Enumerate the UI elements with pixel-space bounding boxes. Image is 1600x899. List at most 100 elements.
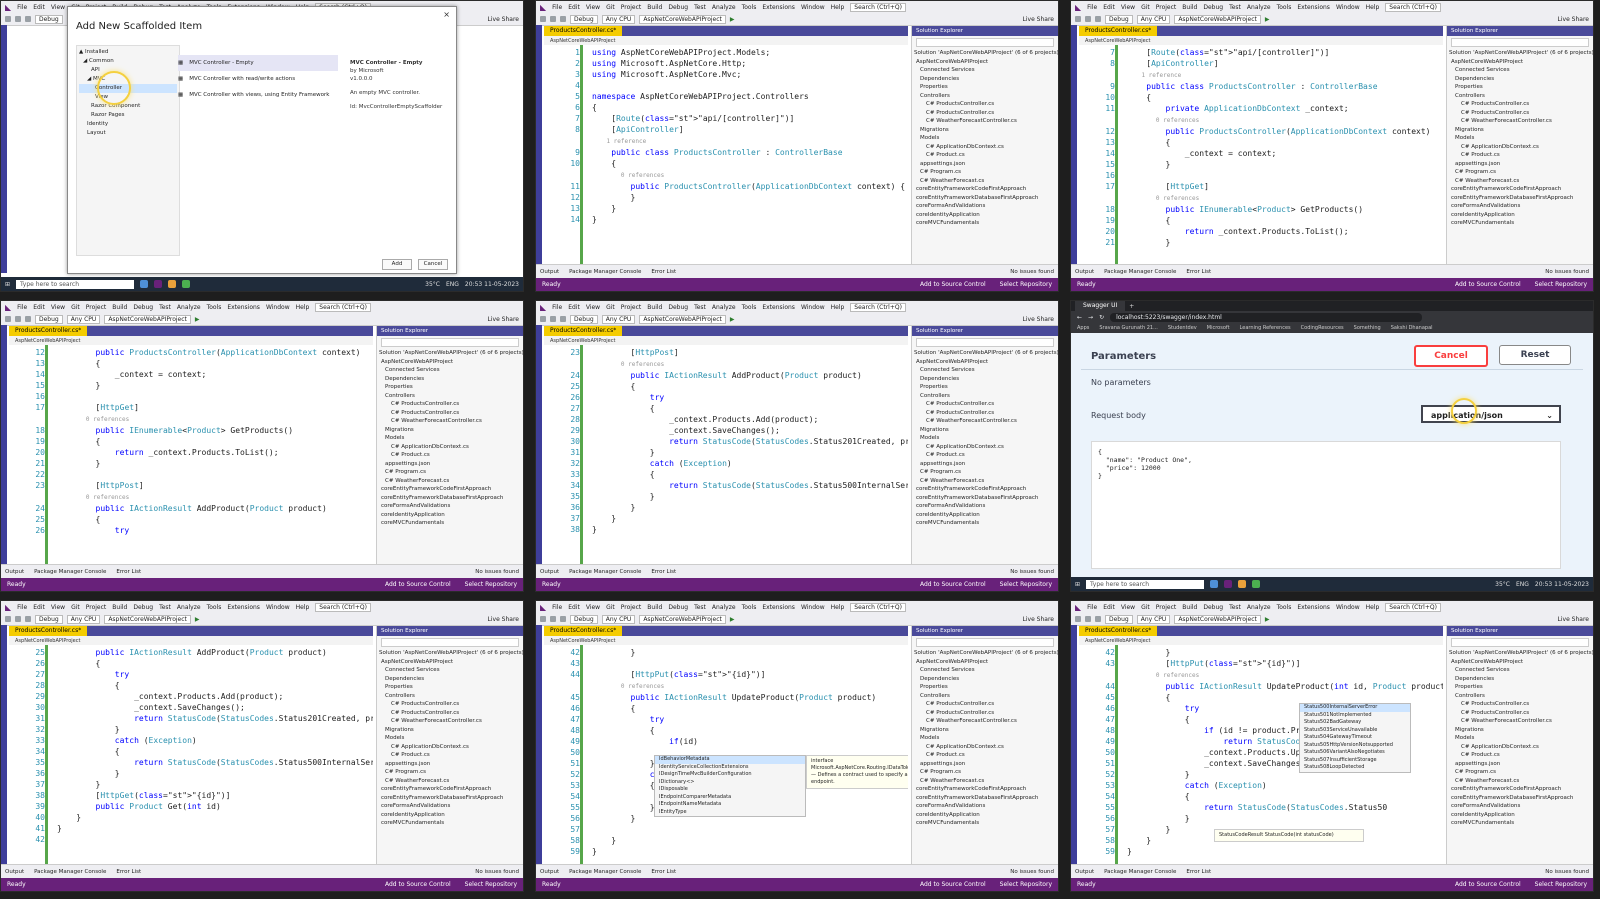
doc-tab[interactable]: ProductsController.cs*: [544, 626, 623, 636]
back-icon[interactable]: [1075, 616, 1081, 622]
menu-item[interactable]: Window: [801, 604, 825, 611]
code-line[interactable]: 12 public ProductsController(Application…: [9, 347, 373, 358]
solution-item[interactable]: C# ProductsController.cs: [912, 109, 1058, 118]
run-icon[interactable]: ▶: [195, 616, 200, 623]
reset-button[interactable]: Reset: [1499, 345, 1571, 365]
code-lens[interactable]: 0 references: [544, 169, 908, 181]
code-line[interactable]: 19 {: [1079, 215, 1443, 226]
app-icon[interactable]: [1238, 580, 1247, 588]
menu-item[interactable]: View: [586, 4, 600, 11]
add-source-control[interactable]: Add to Source Control: [385, 581, 451, 588]
bookmark-item[interactable]: Learning References: [1240, 325, 1291, 331]
solution-item[interactable]: C# WeatherForecastController.cs: [912, 117, 1058, 126]
solution-item[interactable]: coreFormsAndValidations: [1447, 802, 1593, 811]
menu-item[interactable]: Test: [159, 604, 171, 611]
menu-item[interactable]: File: [17, 304, 27, 311]
solution-item[interactable]: AspNetCoreWebAPIProject: [912, 58, 1058, 67]
doc-tab[interactable]: ProductsController.cs*: [544, 326, 623, 336]
solution-item[interactable]: coreEntityFrameworkCodeFirstApproach: [912, 485, 1058, 494]
config-select[interactable]: Debug: [1105, 614, 1133, 624]
menu-item[interactable]: Help: [831, 4, 845, 11]
solution-item[interactable]: appsettings.json: [377, 460, 523, 469]
error-list-tab[interactable]: Error List: [1186, 869, 1211, 875]
back-icon[interactable]: [540, 316, 546, 322]
solution-item[interactable]: coreMVCFundamentals: [377, 819, 523, 828]
solution-item[interactable]: C# Product.cs: [377, 451, 523, 460]
solution-item[interactable]: C# ProductsController.cs: [377, 409, 523, 418]
windows-icon[interactable]: ⊞: [5, 281, 10, 288]
app-icon[interactable]: [154, 280, 163, 288]
menu-item[interactable]: Test: [694, 304, 706, 311]
solution-item[interactable]: appsettings.json: [1447, 160, 1593, 169]
solution-item[interactable]: C# Program.cs: [377, 768, 523, 777]
windows-icon[interactable]: ⊞: [1075, 581, 1080, 588]
scaffold-item[interactable]: ▦ MVC Controller with views, using Entity…: [178, 87, 338, 103]
solution-item[interactable]: Solution 'AspNetCoreWebAPIProject' (6 of…: [912, 49, 1058, 58]
solution-search[interactable]: [916, 638, 1054, 647]
solution-item[interactable]: C# Product.cs: [1447, 751, 1593, 760]
back-icon[interactable]: [1075, 16, 1081, 22]
solution-item[interactable]: coreIdentityApplication: [912, 211, 1058, 220]
code-line[interactable]: 59}: [1079, 846, 1443, 857]
code-line[interactable]: 13 {: [1079, 137, 1443, 148]
solution-item[interactable]: C# WeatherForecast.cs: [377, 777, 523, 786]
solution-item[interactable]: C# Product.cs: [377, 751, 523, 760]
search-input[interactable]: Search (Ctrl+Q): [315, 602, 371, 612]
solution-item[interactable]: Properties: [912, 383, 1058, 392]
code-line[interactable]: 29 _context.SaveChanges();: [544, 425, 908, 436]
solution-item[interactable]: coreFormsAndValidations: [1447, 202, 1593, 211]
solution-item[interactable]: coreEntityFrameworkDatabaseFirstApproach: [912, 194, 1058, 203]
code-line[interactable]: 33 {: [544, 469, 908, 480]
solution-item[interactable]: Migrations: [912, 426, 1058, 435]
solution-search[interactable]: [381, 638, 519, 647]
code-editor[interactable]: 25 public IActionResult AddProduct(Produ…: [9, 645, 373, 865]
solution-item[interactable]: coreIdentityApplication: [377, 811, 523, 820]
solution-item[interactable]: C# ProductsController.cs: [912, 400, 1058, 409]
menu-item[interactable]: Edit: [33, 4, 45, 11]
solution-item[interactable]: C# ApplicationDbContext.cs: [912, 443, 1058, 452]
solution-item[interactable]: Solution 'AspNetCoreWebAPIProject' (6 of…: [1447, 649, 1593, 658]
solution-item[interactable]: Connected Services: [1447, 666, 1593, 675]
menu-item[interactable]: Project: [621, 304, 642, 311]
menu-item[interactable]: Analyze: [1247, 604, 1271, 611]
menu-item[interactable]: Git: [606, 4, 615, 11]
select-repository[interactable]: Select Repository: [465, 881, 517, 888]
solution-search[interactable]: [1451, 38, 1589, 47]
menu-item[interactable]: View: [51, 304, 65, 311]
completion-item[interactable]: IdentityServiceCollectionExtensions: [655, 764, 805, 772]
code-line[interactable]: 23 [HttpPost]: [544, 347, 908, 358]
menu-item[interactable]: Project: [621, 604, 642, 611]
tree-item[interactable]: Identity: [79, 120, 177, 129]
solution-item[interactable]: coreEntityFrameworkDatabaseFirstApproach: [912, 494, 1058, 503]
solution-item[interactable]: coreIdentityApplication: [912, 811, 1058, 820]
code-editor[interactable]: 42 } 43 44 [HttpPut(class="st">"{id}")] 0 …: [544, 645, 908, 865]
menu-item[interactable]: Tools: [1277, 604, 1292, 611]
code-line[interactable]: 21 }: [1079, 237, 1443, 248]
code-line[interactable]: 11 public ProductsController(Application…: [544, 181, 908, 192]
solution-item[interactable]: C# WeatherForecastController.cs: [912, 417, 1058, 426]
code-lens[interactable]: 0 references: [9, 491, 373, 503]
menu-item[interactable]: Window: [801, 4, 825, 11]
code-line[interactable]: 14 _context = context;: [1079, 148, 1443, 159]
solution-item[interactable]: C# WeatherForecast.cs: [912, 477, 1058, 486]
run-icon[interactable]: ▶: [730, 616, 735, 623]
platform-select[interactable]: Any CPU: [66, 614, 101, 624]
save-icon[interactable]: [560, 316, 566, 322]
code-line[interactable]: 38}: [544, 524, 908, 535]
solution-item[interactable]: C# ApplicationDbContext.cs: [377, 743, 523, 752]
forward-icon[interactable]: [1085, 16, 1091, 22]
output-tab[interactable]: Output: [5, 569, 24, 575]
tree-item[interactable]: Layout: [79, 129, 177, 138]
menu-item[interactable]: Extensions: [1297, 604, 1330, 611]
menu-item[interactable]: Project: [621, 4, 642, 11]
menu-item[interactable]: Build: [112, 604, 127, 611]
solution-item[interactable]: coreEntityFrameworkDatabaseFirstApproach: [1447, 194, 1593, 203]
menu-item[interactable]: Help: [1366, 4, 1380, 11]
browser-tab[interactable]: Swagger UI: [1075, 301, 1126, 311]
live-share-button[interactable]: Live Share: [1023, 16, 1054, 23]
code-editor[interactable]: 12 public ProductsController(Application…: [9, 345, 373, 565]
app-icon[interactable]: [182, 280, 191, 288]
app-icon[interactable]: [140, 280, 149, 288]
solution-item[interactable]: coreFormsAndValidations: [912, 802, 1058, 811]
menu-item[interactable]: Help: [296, 604, 310, 611]
